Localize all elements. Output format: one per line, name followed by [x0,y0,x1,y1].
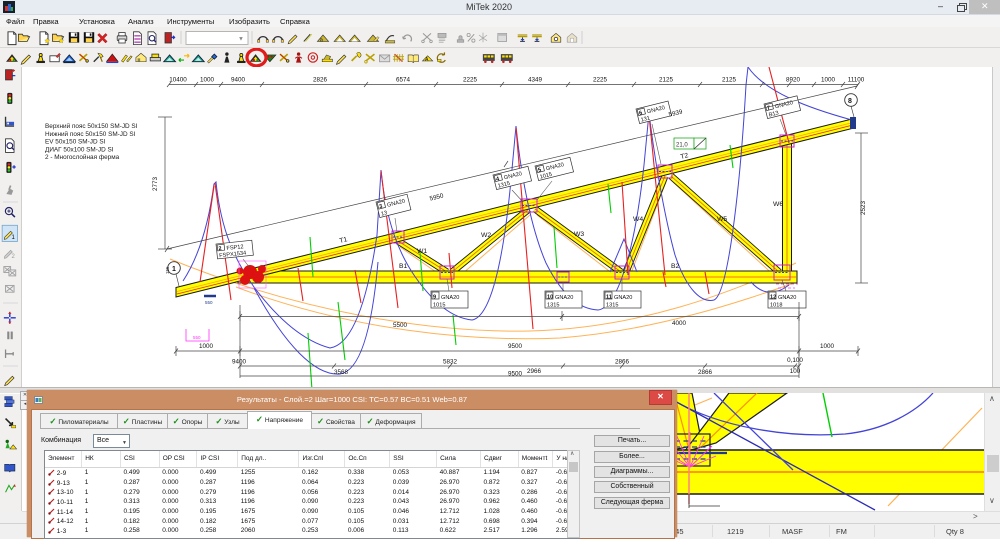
svg-text:B2: B2 [671,263,680,270]
svg-text:1315: 1315 [606,303,618,309]
svg-text:8920: 8920 [786,77,801,84]
svg-text:Верхний пояс 50x150 SM-JD SI: Верхний пояс 50x150 SM-JD SI [45,122,138,130]
svg-text:21,0: 21,0 [676,143,688,149]
svg-text:W6: W6 [773,201,783,208]
svg-text:EV 50x150 SM-JD SI: EV 50x150 SM-JD SI [45,139,106,146]
svg-text:1000: 1000 [199,343,214,350]
svg-text:2125: 2125 [722,77,737,84]
svg-text:2225: 2225 [463,77,478,84]
svg-text:1000: 1000 [821,77,836,84]
svg-text:4349: 4349 [528,77,543,84]
svg-text:2826: 2826 [313,77,328,84]
svg-text:5500: 5500 [393,322,408,329]
svg-text:W5: W5 [717,216,727,223]
svg-text:2: 2 [218,246,222,252]
svg-text:GNA20: GNA20 [614,295,632,301]
svg-text:2523: 2523 [860,201,867,216]
svg-text:550: 550 [205,300,213,305]
svg-text:2125: 2125 [659,77,674,84]
svg-text:9500: 9500 [508,343,523,350]
svg-text:B13: B13 [768,110,779,118]
svg-text:10400: 10400 [169,77,187,84]
svg-text:ДИАГ 50x100 SM-JD SI: ДИАГ 50x100 SM-JD SI [45,146,114,153]
svg-text:0,100: 0,100 [787,357,803,364]
svg-text:1315: 1315 [547,303,559,309]
svg-text:▼: ▼ [238,37,244,43]
svg-text:1: 1 [172,266,176,273]
svg-text:2966: 2966 [527,368,542,375]
svg-text:155: 155 [165,266,170,274]
svg-text:B1: B1 [399,263,408,270]
svg-text:550: 550 [193,335,201,340]
svg-text:1015: 1015 [433,303,445,309]
svg-text:9: 9 [433,295,436,301]
svg-text:131: 131 [640,115,651,123]
svg-text:8: 8 [848,98,852,105]
svg-text:1018: 1018 [770,303,782,309]
svg-text:GNA20: GNA20 [441,295,459,301]
svg-text:3568: 3568 [334,369,349,376]
svg-text:2773: 2773 [152,177,159,192]
svg-text:9400: 9400 [232,359,247,366]
svg-text:11: 11 [606,295,612,301]
svg-text:12: 12 [770,295,776,301]
svg-text:100: 100 [790,368,801,375]
svg-text:1000: 1000 [200,77,215,84]
svg-text:6574: 6574 [396,77,411,84]
svg-text:5832: 5832 [443,359,458,366]
svg-text:4000: 4000 [672,320,687,327]
svg-text:2225: 2225 [593,77,608,84]
svg-text:GNA20: GNA20 [555,295,573,301]
svg-text:W4: W4 [633,216,643,223]
svg-text:10: 10 [547,295,553,301]
svg-text:2866: 2866 [698,369,713,376]
svg-text:GNA20: GNA20 [778,295,796,301]
svg-text:2 - Многослойная ферма: 2 - Многослойная ферма [45,153,120,161]
svg-text:11100: 11100 [848,77,865,84]
svg-text:T1: T1 [339,236,349,245]
svg-text:9400: 9400 [231,77,246,84]
svg-text:9500: 9500 [508,371,523,378]
svg-text:5950: 5950 [429,192,445,202]
svg-text:W3: W3 [574,231,584,238]
svg-text:2866: 2866 [615,359,630,366]
svg-text:W1: W1 [417,248,427,255]
svg-text:Нижний пояс 50x150 SM-JD SI: Нижний пояс 50x150 SM-JD SI [45,130,136,138]
svg-text:1000: 1000 [820,343,835,350]
svg-text:W2: W2 [481,232,491,239]
